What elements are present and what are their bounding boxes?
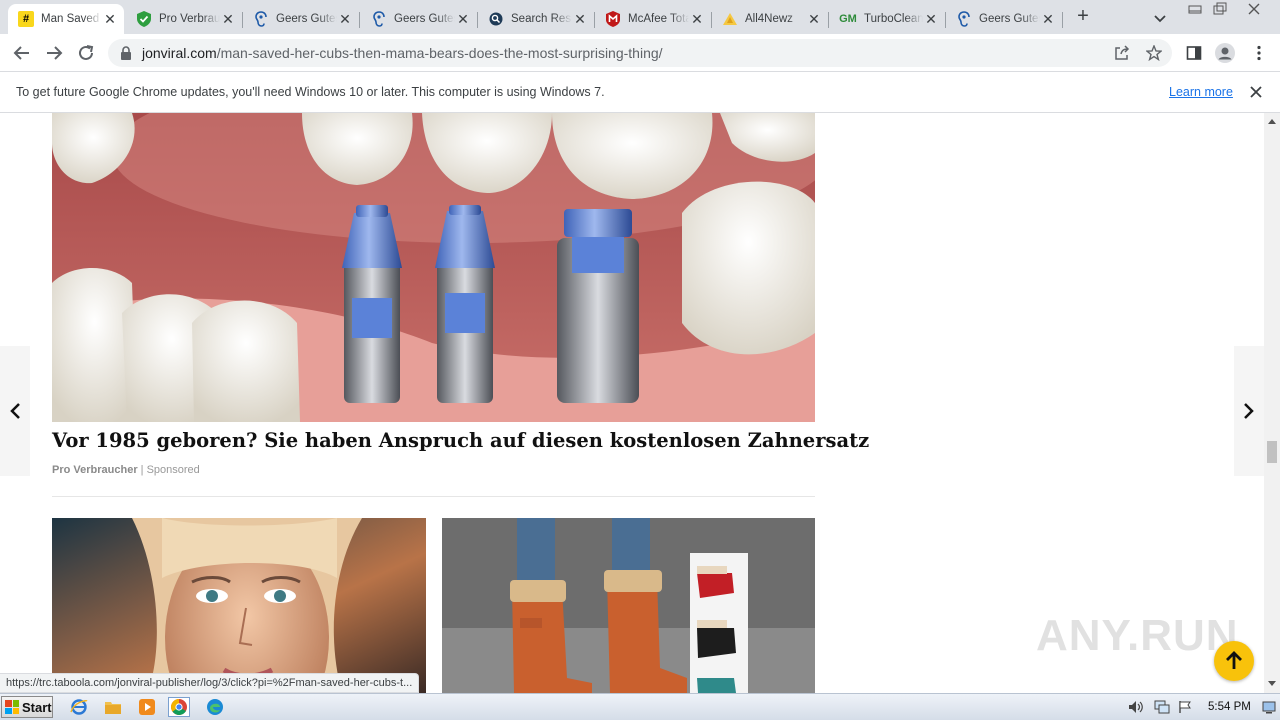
tab-label: Search Results	[511, 13, 572, 25]
side-panel-icon[interactable]	[1182, 42, 1206, 64]
share-icon[interactable]	[1114, 45, 1130, 61]
start-label: Start	[22, 699, 52, 715]
search-globe-icon	[488, 11, 504, 27]
carousel-prev-arrow-icon[interactable]	[0, 346, 30, 476]
scroll-to-top-button[interactable]	[1214, 641, 1254, 681]
browser-toolbar: jonviral.com/man-saved-her-cubs-then-mam…	[0, 34, 1280, 72]
tab-label: Geers Gutes Hören	[394, 13, 455, 25]
chrome-taskbar-icon[interactable]	[168, 697, 190, 717]
ad-byline: Pro Verbraucher | Sponsored	[52, 464, 200, 476]
close-icon[interactable]: ✕	[220, 11, 236, 27]
media-player-icon[interactable]	[136, 697, 158, 717]
lock-icon[interactable]	[120, 46, 132, 60]
restore-icon[interactable]	[1209, 2, 1231, 16]
windows-taskbar: Start 5:54 PM	[0, 693, 1280, 720]
ad-headline[interactable]: Vor 1985 geboren? Sie haben Anspruch auf…	[52, 429, 869, 452]
ear-icon	[956, 11, 972, 27]
update-infobar: To get future Google Chrome updates, you…	[0, 72, 1280, 113]
tab-label: Geers Gutes Hören	[276, 13, 337, 25]
tab-geers-1[interactable]: Geers Gutes Hören ✕	[243, 4, 360, 34]
taskbar-clock[interactable]: 5:54 PM	[1208, 701, 1251, 713]
tab-label: Pro Verbraucher	[159, 13, 220, 25]
close-icon[interactable]: ✕	[572, 11, 588, 27]
tab-label: TurboCleaner	[864, 13, 923, 25]
tab-pro-verbraucher[interactable]: Pro Verbraucher ✕	[126, 4, 243, 34]
tab-label: Man Saved Her Cubs	[41, 13, 102, 25]
tab-separator	[359, 12, 360, 28]
windows-logo-icon	[5, 700, 19, 714]
menu-kebab-icon[interactable]	[1247, 42, 1271, 64]
internet-explorer-icon[interactable]	[68, 697, 90, 717]
url-host: jonviral.com	[142, 45, 217, 61]
scroll-down-arrow-icon[interactable]	[1268, 681, 1276, 686]
learn-more-link[interactable]: Learn more	[1169, 85, 1233, 99]
close-icon[interactable]: ✕	[923, 11, 939, 27]
dental-implant-ad-image[interactable]	[52, 113, 815, 422]
tab-separator	[1062, 12, 1063, 28]
tab-geers-2[interactable]: Geers Gutes Hören ✕	[361, 4, 478, 34]
url-text[interactable]: jonviral.com/man-saved-her-cubs-then-mam…	[142, 45, 663, 61]
gm-icon: GM	[839, 13, 857, 25]
start-button[interactable]: Start	[1, 696, 53, 718]
close-icon[interactable]: ✕	[1040, 11, 1056, 27]
all4newz-icon	[722, 11, 738, 27]
tab-label: McAfee Total Protection	[628, 13, 689, 25]
scrollbar-thumb[interactable]	[1267, 441, 1277, 463]
close-icon[interactable]	[1248, 84, 1264, 100]
network-icon[interactable]	[1154, 700, 1170, 714]
close-icon[interactable]: ✕	[337, 11, 353, 27]
ad-brand[interactable]: Pro Verbraucher	[52, 464, 138, 476]
profile-avatar-icon[interactable]	[1213, 42, 1237, 64]
bookmark-star-icon[interactable]	[1145, 44, 1163, 62]
tab-mcafee[interactable]: McAfee Total Protection ✕	[595, 4, 712, 34]
address-bar[interactable]: jonviral.com/man-saved-her-cubs-then-mam…	[108, 39, 1172, 67]
hash-icon: #	[18, 11, 34, 27]
action-center-flag-icon[interactable]	[1178, 700, 1192, 714]
back-arrow-icon[interactable]	[10, 42, 34, 64]
tab-all4newz[interactable]: All4Newz ✕	[712, 4, 829, 34]
mcafee-icon	[605, 11, 621, 27]
reload-icon[interactable]	[74, 42, 98, 64]
volume-icon[interactable]	[1128, 700, 1143, 714]
tab-label: All4Newz	[745, 13, 793, 25]
arrow-up-icon	[1226, 651, 1242, 669]
edge-icon[interactable]	[204, 697, 226, 717]
shield-check-icon	[136, 11, 152, 27]
close-icon[interactable]: ✕	[455, 11, 471, 27]
boots-ad-image[interactable]	[442, 518, 815, 693]
page-content: Vor 1985 geboren? Sie haben Anspruch auf…	[0, 113, 1264, 693]
url-path: /man-saved-her-cubs-then-mama-bears-does…	[216, 45, 663, 61]
tab-geers-3[interactable]: Geers Gutes Hören ✕	[946, 4, 1063, 34]
portrait-ad-image[interactable]	[52, 518, 426, 693]
ear-icon	[371, 11, 387, 27]
carousel-next-arrow-icon[interactable]	[1234, 346, 1264, 476]
close-icon[interactable]: ✕	[806, 11, 822, 27]
minimize-icon[interactable]	[1184, 2, 1206, 16]
close-icon[interactable]: ✕	[102, 11, 118, 27]
tab-strip: # Man Saved Her Cubs ✕ Pro Verbraucher ✕…	[0, 0, 1280, 34]
tab-search-results[interactable]: Search Results ✕	[478, 4, 595, 34]
new-tab-button[interactable]: +	[1072, 6, 1094, 28]
tab-search-chevron-icon[interactable]	[1150, 8, 1170, 28]
ear-icon	[253, 11, 269, 27]
show-desktop-icon[interactable]	[1262, 700, 1276, 714]
page-scrollbar[interactable]	[1264, 113, 1280, 693]
sponsored-label[interactable]: Sponsored	[147, 464, 200, 476]
window-close-icon[interactable]	[1243, 2, 1265, 16]
tab-turbocleaner[interactable]: GM TurboCleaner ✕	[829, 4, 946, 34]
tab-man-saved[interactable]: # Man Saved Her Cubs ✕	[8, 4, 124, 34]
infobar-message: To get future Google Chrome updates, you…	[16, 85, 605, 99]
close-icon[interactable]: ✕	[689, 11, 705, 27]
file-explorer-icon[interactable]	[102, 697, 124, 717]
forward-arrow-icon[interactable]	[42, 42, 66, 64]
divider	[52, 496, 815, 497]
tab-label: Geers Gutes Hören	[979, 13, 1040, 25]
anyrun-watermark: ANY.RUN	[1036, 611, 1239, 660]
scroll-up-arrow-icon[interactable]	[1268, 119, 1276, 124]
status-bubble-url: https://trc.taboola.com/jonviral-publish…	[0, 673, 420, 693]
byline-separator: |	[140, 464, 144, 476]
